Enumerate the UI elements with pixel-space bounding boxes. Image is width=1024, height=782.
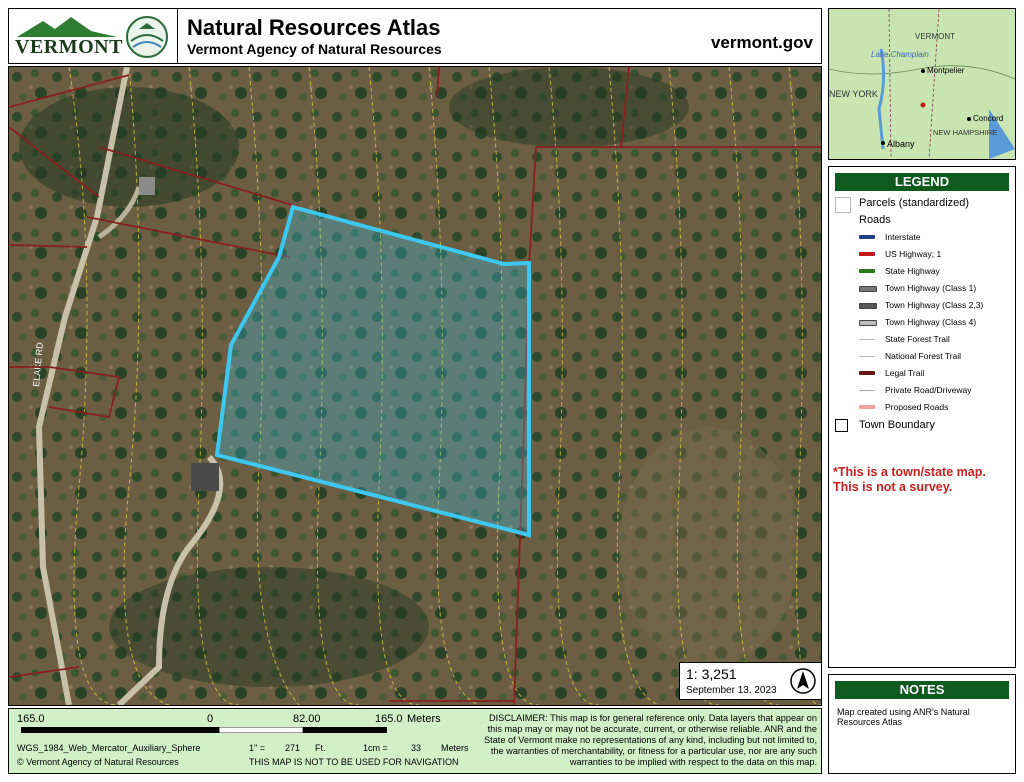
- cm-value: 33: [411, 743, 422, 753]
- locator-map-image: VERMONT Lake Champlain Montpelier NEW YO…: [829, 9, 1015, 159]
- scale-bar: [21, 727, 387, 733]
- legend-item-label: US Highway; 1: [885, 249, 942, 259]
- footer: 165.0 0 82.00 165.0 Meters WGS_1984_Web_…: [8, 708, 822, 774]
- building: [139, 177, 155, 195]
- survey-warning-line: *This is a town/state map.: [833, 465, 986, 479]
- house: [191, 463, 219, 491]
- scale-ratio: 1: 3,251: [686, 666, 737, 682]
- locator-label: NEW YORK: [829, 89, 878, 99]
- notes-text: Map created using ANR's Natural Resource…: [837, 707, 970, 727]
- roads-label: Roads: [859, 214, 891, 226]
- legend-panel: LEGEND Parcels (standardized) Roads Inte…: [828, 166, 1016, 668]
- legend-swatch: [859, 405, 875, 409]
- website-link[interactable]: vermont.gov: [711, 33, 813, 53]
- north-arrow-icon: [790, 668, 816, 694]
- disclaimer: DISCLAIMER: This map is for general refe…: [484, 713, 817, 767]
- scale-zero-label: 0: [207, 713, 214, 725]
- vermont-logo[interactable]: VERMONT: [15, 15, 122, 61]
- legend-swatch: [859, 390, 875, 391]
- locator-label: Concord: [973, 114, 1003, 123]
- legend-swatch: [859, 235, 875, 239]
- legend-item-label: Legal Trail: [885, 368, 925, 378]
- survey-warning-line: This is not a survey.: [833, 480, 953, 494]
- legend-item-label: State Forest Trail: [885, 334, 950, 344]
- legend-item-label: Proposed Roads: [885, 402, 949, 412]
- anr-globe-icon: [125, 15, 169, 59]
- legend-item-label: Town Highway (Class 2,3): [885, 300, 984, 310]
- page-subtitle: Vermont Agency of Natural Resources: [187, 41, 442, 57]
- locator-map[interactable]: VERMONT Lake Champlain Montpelier NEW YO…: [828, 8, 1016, 160]
- header-divider: [177, 9, 178, 63]
- parcels-swatch: [835, 197, 851, 213]
- parcels-label: Parcels (standardized): [859, 197, 970, 209]
- locator-label: NEW HAMPSHIRE: [933, 128, 997, 137]
- locator-label: Albany: [887, 139, 915, 149]
- scale-unit-label: Meters: [407, 713, 441, 725]
- legend-swatch: [859, 286, 877, 292]
- tree-cover: [19, 87, 239, 207]
- inch-unit: Ft.: [315, 743, 326, 753]
- legend-item-label: National Forest Trail: [885, 351, 962, 361]
- legend-item-label: Town Highway (Class 1): [885, 283, 977, 293]
- projection-label: WGS_1984_Web_Mercator_Auxiliary_Sphere: [17, 743, 201, 753]
- cm-unit: Meters: [441, 743, 469, 753]
- legend-swatch: [859, 356, 875, 357]
- legend-title: LEGEND: [835, 173, 1009, 191]
- survey-warning: *This is a town/state map. This is not a…: [833, 465, 1013, 495]
- legend-swatch: [859, 269, 875, 273]
- header: VERMONT Natural Resources Atlas Vermont …: [8, 8, 822, 64]
- town-boundary-label: Town Boundary: [859, 419, 935, 431]
- scale-box: 1: 3,251 September 13, 2023: [679, 662, 821, 700]
- scale-right-label: 165.0: [375, 713, 403, 725]
- legend-swatch: [859, 303, 877, 309]
- notes-panel: NOTES Map created using ANR's Natural Re…: [828, 674, 1016, 774]
- legend-swatch: [859, 252, 875, 256]
- notes-title: NOTES: [835, 681, 1009, 699]
- legend-item-label: Interstate: [885, 232, 921, 242]
- aerial-map[interactable]: ELAKE RD: [9, 67, 821, 705]
- legend-swatch: [859, 339, 875, 340]
- map-view[interactable]: ELAKE RD 1: 3,251 September 13, 2023: [8, 66, 822, 706]
- inch-value: 271: [285, 743, 301, 753]
- navigation-warning: THIS MAP IS NOT TO BE USED FOR NAVIGATIO…: [249, 757, 459, 767]
- legend-item-label: Private Road/Driveway: [885, 385, 972, 395]
- scale-left-label: 165.0: [17, 713, 45, 725]
- page-title: Natural Resources Atlas: [187, 15, 441, 40]
- inch-label: 1" =: [249, 743, 265, 753]
- town-boundary-swatch: [835, 419, 848, 432]
- locator-label: VERMONT: [915, 32, 955, 41]
- legend-item-label: State Highway: [885, 266, 940, 276]
- scale-mid-label: 82.00: [293, 713, 321, 725]
- copyright: © Vermont Agency of Natural Resources: [17, 757, 179, 767]
- legend-swatch: [859, 320, 877, 326]
- legend-item-label: Town Highway (Class 4): [885, 317, 977, 327]
- open-ground: [619, 427, 799, 667]
- tree-cover: [449, 67, 689, 147]
- map-date: September 13, 2023: [686, 685, 777, 696]
- locator-label: Montpelier: [927, 66, 965, 75]
- locator-label: Lake Champlain: [871, 50, 929, 59]
- vermont-logo-text: VERMONT: [15, 36, 123, 58]
- cm-label: 1cm =: [363, 743, 388, 753]
- legend-swatch: [859, 371, 875, 375]
